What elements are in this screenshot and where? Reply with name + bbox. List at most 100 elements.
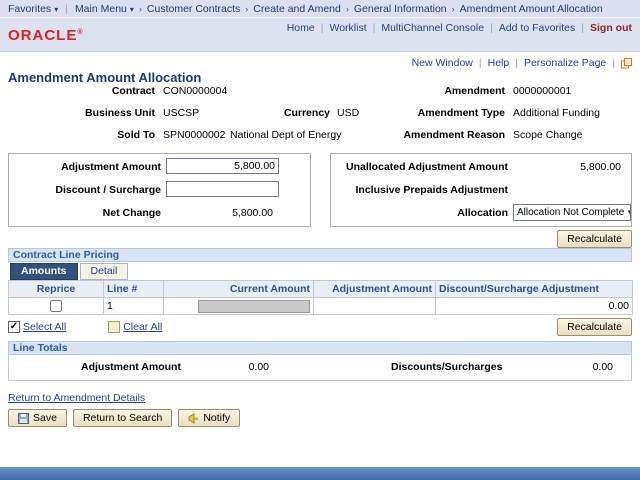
column-header-reprice: Reprice	[9, 281, 104, 298]
amendment-label: Amendment	[380, 85, 505, 97]
notify-button[interactable]: Notify	[178, 409, 240, 427]
column-header-line: Line #	[104, 281, 164, 298]
column-header-current-amount: Current Amount	[164, 281, 314, 298]
pricing-tabs: Amounts Detail	[8, 263, 632, 280]
header-link-multichannel-console[interactable]: MultiChannel Console	[381, 22, 484, 34]
page-link-separator: |	[612, 57, 615, 69]
tab-amounts[interactable]: Amounts	[10, 263, 78, 280]
breadcrumb-main-menu-label: Main Menu	[75, 3, 127, 15]
discount-adjustment-cell: 0.00	[436, 298, 633, 315]
chevron-down-icon: ▼	[626, 208, 631, 217]
header-links: Home | Worklist | MultiChannel Console |…	[287, 22, 632, 34]
help-link[interactable]: Help	[488, 57, 510, 69]
adjustment-amount-cell	[314, 298, 436, 315]
line-number-cell: 1	[104, 298, 164, 315]
notify-icon	[188, 413, 199, 424]
header-link-home[interactable]: Home	[287, 22, 315, 34]
select-all-link: Select All	[23, 321, 66, 333]
discount-surcharge-input[interactable]	[166, 181, 279, 197]
adjustment-amount-label: Adjustment Amount	[14, 161, 161, 173]
reprice-checkbox[interactable]	[50, 300, 62, 312]
line-pricing-grid: Reprice Line # Current Amount Adjustment…	[8, 280, 633, 315]
page-link-separator: |	[479, 57, 482, 69]
contract-label: Contract	[60, 85, 155, 97]
currency-value: USD	[337, 107, 359, 119]
current-amount-cell	[198, 300, 310, 313]
discount-surcharge-label: Discount / Surcharge	[14, 184, 161, 196]
allocation-select[interactable]: Allocation Not Complete ▼	[513, 204, 631, 221]
contract-line-pricing-header: Contract Line Pricing	[8, 248, 632, 262]
line-totals-header: Line Totals	[8, 341, 632, 355]
clear-all-link: Clear All	[123, 321, 162, 333]
personalize-page-link[interactable]: Personalize Page	[524, 57, 606, 69]
oracle-logo-text: ORACLE	[8, 27, 77, 44]
totals-adjustment-amount-value: 0.00	[169, 361, 269, 373]
line-totals-section: Line Totals Adjustment Amount 0.00 Disco…	[8, 341, 632, 381]
unallocated-adjustment-label: Unallocated Adjustment Amount	[334, 161, 508, 173]
tab-detail[interactable]: Detail	[80, 263, 129, 280]
currency-label: Currency	[250, 107, 330, 119]
amendment-amount-allocation-page: Favorites▾ | Main Menu▾ › Customer Contr…	[0, 0, 640, 480]
breadcrumb-separator-icon: ›	[346, 4, 349, 14]
header-link-separator: |	[373, 22, 376, 34]
line-totals-box: Adjustment Amount 0.00 Discounts/Surchar…	[8, 355, 632, 381]
breadcrumb: Favorites▾ | Main Menu▾ › Customer Contr…	[0, 0, 640, 18]
lower-main: Contract Line Pricing Amounts Detail Rep…	[8, 248, 632, 427]
inclusive-prepaids-label: Inclusive Prepaids Adjustment	[334, 184, 508, 196]
select-all[interactable]: ✓ Select All	[8, 321, 66, 333]
breadcrumb-item-create-and-amend[interactable]: Create and Amend	[253, 3, 341, 15]
amendment-reason-value: Scope Change	[513, 129, 582, 141]
empty-checkbox-icon	[108, 321, 120, 333]
header-link-add-to-favorites[interactable]: Add to Favorites	[499, 22, 575, 34]
amendment-type-value: Additional Funding	[513, 107, 600, 119]
chevron-down-icon: ▾	[130, 5, 134, 14]
business-unit-value: USCSP	[163, 107, 199, 119]
amendment-reason-label: Amendment Reason	[368, 129, 505, 141]
breadcrumb-separator-icon: ›	[452, 4, 455, 14]
page-utility-links: New Window | Help | Personalize Page |	[412, 57, 632, 69]
grid-header-row: Reprice Line # Current Amount Adjustment…	[9, 281, 633, 298]
clear-all[interactable]: Clear All	[108, 321, 162, 333]
bottom-bar	[0, 467, 640, 480]
app-header: ORACLE® Home | Worklist | MultiChannel C…	[0, 18, 640, 52]
breadcrumb-divider: |	[65, 3, 68, 15]
breadcrumb-favorites[interactable]: Favorites▾	[8, 3, 58, 15]
return-to-search-button[interactable]: Return to Search	[73, 409, 172, 427]
breadcrumb-item-amendment-amount-allocation: Amendment Amount Allocation	[460, 3, 603, 15]
totals-discounts-surcharges-value: 0.00	[509, 361, 613, 373]
page-link-separator: |	[515, 57, 518, 69]
recalculate-button-bottom[interactable]: Recalculate	[557, 318, 632, 336]
page-title: Amendment Amount Allocation	[8, 70, 201, 85]
sign-out-link[interactable]: Sign out	[590, 22, 632, 34]
unallocated-adjustment-value: 5,800.00	[513, 161, 621, 173]
column-header-adjustment-amount: Adjustment Amount	[314, 281, 436, 298]
net-change-label: Net Change	[14, 207, 161, 219]
grid-actions-row: ✓ Select All Clear All Recalculate	[8, 318, 632, 336]
business-unit-label: Business Unit	[60, 107, 155, 119]
net-change-value: 5,800.00	[166, 207, 273, 219]
breadcrumb-item-general-information[interactable]: General Information	[354, 3, 447, 15]
sold-to-name: National Dept of Energy	[230, 129, 341, 141]
breadcrumb-main-menu[interactable]: Main Menu▾	[75, 3, 134, 15]
header-link-worklist[interactable]: Worklist	[329, 22, 366, 34]
save-button[interactable]: Save	[8, 409, 67, 427]
adjustment-amount-input[interactable]	[166, 158, 279, 174]
table-row: 1 0.00	[9, 298, 633, 315]
save-button-label: Save	[33, 412, 57, 424]
recalculate-button-top[interactable]: Recalculate	[557, 230, 632, 248]
amendment-value: 0000000001	[513, 85, 571, 97]
new-window-link[interactable]: New Window	[412, 57, 473, 69]
totals-discounts-surcharges-label: Discounts/Surcharges	[391, 361, 521, 373]
breadcrumb-separator-icon: ›	[245, 4, 248, 14]
header-link-separator: |	[581, 22, 584, 34]
breadcrumb-separator-icon: ›	[139, 4, 142, 14]
header-link-separator: |	[321, 22, 324, 34]
return-to-amendment-details-link[interactable]: Return to Amendment Details	[8, 392, 145, 404]
breadcrumb-item-customer-contracts[interactable]: Customer Contracts	[147, 3, 240, 15]
column-header-discount-surcharge-adjustment: Discount/Surcharge Adjustment	[436, 281, 633, 298]
adjustment-group-box: Adjustment Amount Discount / Surcharge N…	[8, 153, 311, 227]
allocation-group-box: Unallocated Adjustment Amount 5,800.00 I…	[330, 153, 632, 227]
toolbar-buttons: Save Return to Search Notify	[8, 409, 632, 427]
allocation-select-value: Allocation Not Complete	[517, 207, 624, 218]
new-window-icon[interactable]	[621, 58, 632, 69]
